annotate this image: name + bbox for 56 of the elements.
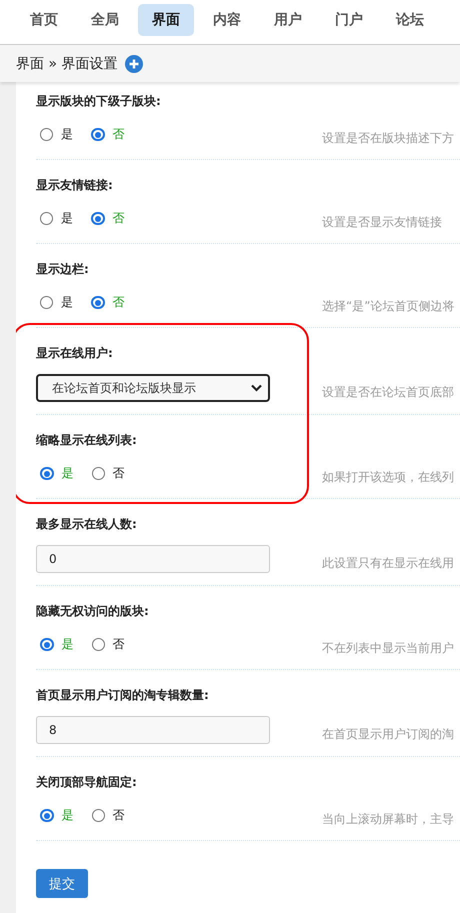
radio-button[interactable] [40,466,54,480]
radio-button[interactable] [91,296,105,310]
radio-button[interactable] [40,212,53,225]
setting-description: 如果打开该选项，在线列 [322,469,454,486]
option-label: 否 [112,294,125,311]
setting-description: 此设置只有在显示在线用 [322,554,454,572]
setting-label: 显示友情链接: [36,177,114,194]
nav-tab[interactable]: 全局 [77,4,133,36]
nav-tab[interactable]: 用户 [260,4,316,36]
option-label: 是 [61,294,73,311]
setting-description: 在首页显示用户订阅的淘 [322,726,454,742]
chevron-icon [251,384,262,392]
setting-label: 隐藏无权访问的版块: [36,603,150,620]
setting-description: 选择“是”论坛首页侧边将 [322,298,454,315]
nav-tab[interactable]: 界面 [138,4,194,36]
option-label: 是 [61,210,73,227]
option-label: 否 [112,465,125,482]
nav-tab[interactable]: 论坛 [382,4,438,36]
radio-button[interactable] [40,808,54,822]
option-label: 是 [62,636,74,653]
dropdown[interactable]: 在论坛首页和论坛版块显示 [36,374,270,402]
input-field[interactable]: 0 [36,545,270,573]
radio-button[interactable] [92,638,105,651]
option-label: 是 [61,126,73,143]
radio-button[interactable] [40,128,53,141]
breadcrumb: 界面 » 界面设置 [16,54,118,72]
setting-description: 不在列表中显示当前用户 [322,640,454,657]
option-label: 是 [62,807,74,824]
radio-button[interactable] [92,809,105,822]
nav-tab[interactable]: 内容 [199,4,255,36]
setting-label: 缩略显示在线列表: [36,432,138,449]
setting-description: 设置是否在论坛首页底部 [322,384,454,400]
setting-description: 设置是否显示友情链接 [322,214,442,231]
option-label: 是 [62,465,74,482]
setting-label: 显示版块的下级子版块: [36,93,162,110]
setting-description: 设置是否在版块描述下方 [322,130,454,147]
option-label: 否 [112,126,125,143]
nav-tab[interactable]: 首页 [16,4,72,36]
setting-label: 显示在线用户: [36,345,114,362]
setting-label: 最多显示在线人数: [36,516,138,533]
setting-description: 当向上滚动屏幕时，主导 [322,811,454,828]
radio-button[interactable] [92,467,105,480]
add-icon[interactable] [125,54,144,72]
setting-label: 首页显示用户订阅的淘专辑数量: [36,687,210,704]
submit-button[interactable]: 提交 [36,869,88,898]
nav-tab[interactable]: 门户 [321,4,377,36]
radio-button[interactable] [91,128,105,142]
option-label: 否 [112,210,125,227]
radio-button[interactable] [40,296,53,309]
option-label: 否 [112,636,125,653]
setting-label: 显示边栏: [36,261,90,278]
radio-button[interactable] [40,638,54,652]
input-field[interactable]: 8 [36,716,270,744]
radio-button[interactable] [91,212,105,226]
setting-label: 关闭顶部导航固定: [36,774,138,791]
option-label: 否 [112,807,125,824]
